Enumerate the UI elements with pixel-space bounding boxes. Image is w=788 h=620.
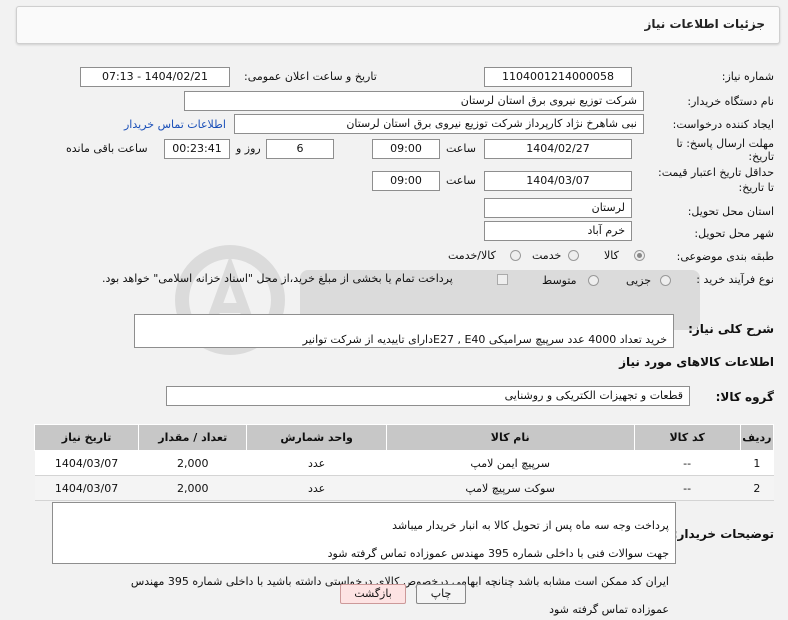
back-button[interactable]: بازگشت: [340, 584, 406, 604]
response-time-label: ساعت: [446, 142, 476, 155]
col-date: تاریخ نیاز: [33, 424, 140, 451]
process-radio-minor[interactable]: [660, 275, 671, 286]
price-validity-time-label: ساعت: [446, 174, 476, 187]
item-qty: 2,000: [138, 450, 247, 476]
announce-datetime-label: تاریخ و ساعت اعلان عمومی:: [244, 70, 377, 83]
col-row: ردیف: [739, 424, 775, 451]
item-unit: عدد: [246, 450, 387, 476]
process-option-medium: متوسط: [542, 274, 577, 287]
price-validity-label-2: تا تاریخ:: [738, 181, 774, 194]
item-name: سوکت سرپیچ لامپ: [386, 475, 635, 501]
row-number: 1: [740, 450, 774, 476]
item-date: 1404/03/07: [34, 450, 139, 476]
days-field: 6: [266, 139, 334, 159]
category-radio-both[interactable]: [510, 250, 521, 261]
remaining-time-field: 00:23:41: [164, 139, 230, 159]
process-option-minor: جزیی: [626, 274, 652, 287]
goods-table: ردیف کد کالا نام کالا واحد شمارش تعداد /…: [33, 424, 775, 501]
creator-field: نبی شاهرخ نژاد کارپرداز شرکت توزیع نیروی…: [234, 114, 644, 134]
buyer-note-line: عموزاده تماس گرفته شود: [549, 603, 669, 616]
buyer-notes-field: پرداخت وجه سه ماه پس از تحویل کالا به ان…: [52, 502, 676, 616]
col-unit: واحد شمارش: [246, 424, 387, 451]
table-row: 1 -- سرپیچ ایمن لامپ عدد 2,000 1404/03/0…: [34, 450, 774, 476]
col-qty: تعداد / مقدار: [138, 424, 248, 451]
delivery-city-label: شهر محل تحویل:: [694, 227, 774, 240]
price-validity-time-field: 09:00: [372, 171, 440, 191]
goods-section-title: اطلاعات کالاهای مورد نیاز: [619, 355, 774, 369]
treasury-payment-checkbox[interactable]: [497, 274, 508, 285]
response-date-field: 1404/02/27: [484, 139, 632, 159]
col-name: نام کالا: [385, 424, 635, 451]
creator-label: ایجاد کننده درخواست:: [672, 118, 774, 131]
item-qty: 2,000: [138, 475, 247, 501]
print-button[interactable]: چاپ: [416, 584, 466, 604]
summary-field: خرید تعداد 4000 عدد سرپیچ سرامیکی E27 , …: [134, 314, 674, 348]
buyer-org-field: شرکت توزیع نیروی برق استان لرستان: [184, 91, 644, 111]
buyer-notes-label: توضیحات خریدار:: [672, 527, 774, 541]
delivery-city-field: خرم آباد: [484, 221, 632, 241]
response-deadline-label: مهلت ارسال پاسخ: تا: [676, 137, 774, 150]
delivery-province-label: استان محل تحویل:: [687, 205, 774, 218]
remaining-time-label: ساعت باقی مانده: [66, 142, 148, 155]
item-code: --: [634, 475, 741, 501]
col-code: کد کالا: [633, 424, 741, 451]
goods-group-label: گروه کالا:: [715, 390, 774, 404]
price-validity-date-field: 1404/03/07: [484, 171, 632, 191]
treasury-payment-note: پرداخت تمام یا بخشی از مبلغ خرید،از محل …: [102, 272, 453, 285]
response-time-field: 09:00: [372, 139, 440, 159]
buyer-note-line: پرداخت وجه سه ماه پس از تحویل کالا به ان…: [392, 519, 669, 532]
summary-text: خرید تعداد 4000 عدد سرپیچ سرامیکی E27 , …: [302, 333, 667, 346]
need-number-label: شماره نیاز:: [721, 70, 774, 83]
delivery-province-field: لرستان: [484, 198, 632, 218]
goods-group-field: قطعات و تجهیزات الکتریکی و روشنایی: [166, 386, 690, 406]
table-row: 2 -- سوکت سرپیچ لامپ عدد 2,000 1404/03/0…: [34, 475, 774, 501]
buyer-org-label: نام دستگاه خریدار:: [687, 95, 774, 108]
buyer-contact-link[interactable]: اطلاعات تماس خریدار: [124, 118, 226, 131]
item-name: سرپیچ ایمن لامپ: [386, 450, 635, 476]
item-code: --: [634, 450, 741, 476]
category-label: طبقه بندی موضوعی:: [676, 250, 774, 263]
category-option-goods: کالا: [604, 249, 619, 262]
item-unit: عدد: [246, 475, 387, 501]
row-number: 2: [740, 475, 774, 501]
summary-label: شرح کلی نیاز:: [688, 322, 774, 336]
category-option-service: خدمت: [532, 249, 562, 262]
page-header: جزئیات اطلاعات نیاز: [16, 6, 780, 44]
process-radio-medium[interactable]: [588, 275, 599, 286]
item-date: 1404/03/07: [34, 475, 139, 501]
announce-datetime-field: 1404/02/21 - 07:13: [80, 67, 230, 87]
days-label: روز و: [236, 142, 261, 155]
response-deadline-label-2: تاریخ:: [748, 150, 774, 163]
page-title: جزئیات اطلاعات نیاز: [644, 17, 765, 31]
price-validity-label: حداقل تاریخ اعتبار قیمت:: [658, 166, 774, 179]
purchase-process-label: نوع فرآیند خرید :: [696, 273, 774, 286]
need-number-field: 1104001214000058: [484, 67, 632, 87]
category-radio-service[interactable]: [568, 250, 579, 261]
buyer-note-line: جهت سوالات فنی با داخلی شماره 395 مهندس …: [327, 547, 669, 560]
category-radio-goods[interactable]: [634, 250, 645, 261]
category-option-both: کالا/خدمت: [448, 249, 496, 262]
goods-table-header: ردیف کد کالا نام کالا واحد شمارش تعداد /…: [33, 424, 775, 451]
